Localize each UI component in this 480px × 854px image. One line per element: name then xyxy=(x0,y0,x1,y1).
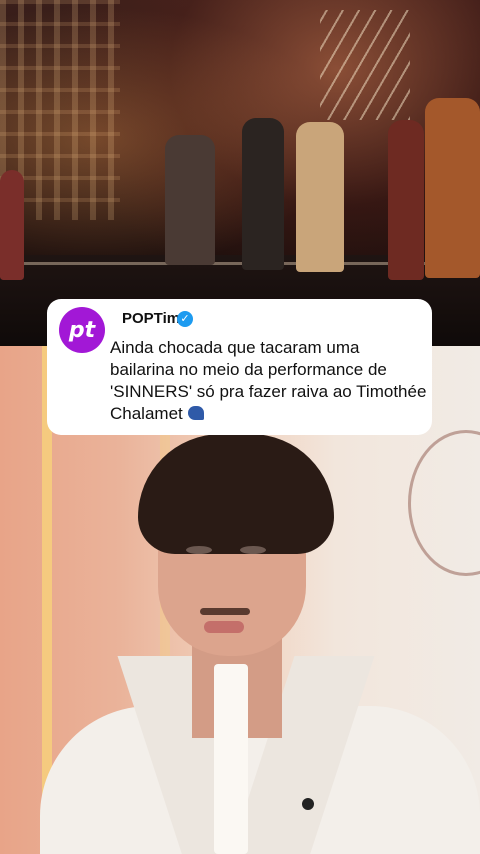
string-lights xyxy=(320,10,410,120)
speaking-head-icon xyxy=(187,406,204,420)
mustache xyxy=(200,608,250,615)
left-eye xyxy=(186,546,212,554)
performer-left-edge xyxy=(0,170,24,280)
white-tie xyxy=(214,664,248,854)
performer-far-right xyxy=(425,98,480,278)
background-ring xyxy=(408,430,480,576)
lapel-pin xyxy=(302,798,314,810)
post-text: Ainda chocada que tacaram uma bailarina … xyxy=(110,337,428,425)
post-body: Ainda chocada que tacaram uma bailarina … xyxy=(110,338,427,423)
performer-guitarist-left xyxy=(165,135,215,265)
performer-guitarist-right xyxy=(296,122,344,272)
post-card: pt POPTime ✓ Ainda chocada que tacaram u… xyxy=(47,299,432,435)
performer-dancer xyxy=(388,120,424,280)
stage-performance-photo xyxy=(0,0,480,346)
hair xyxy=(138,434,334,554)
performer-center xyxy=(242,118,284,270)
verified-badge-icon: ✓ xyxy=(177,311,193,327)
account-avatar[interactable]: pt xyxy=(59,307,105,353)
right-eye xyxy=(240,546,266,554)
lips xyxy=(204,621,244,633)
